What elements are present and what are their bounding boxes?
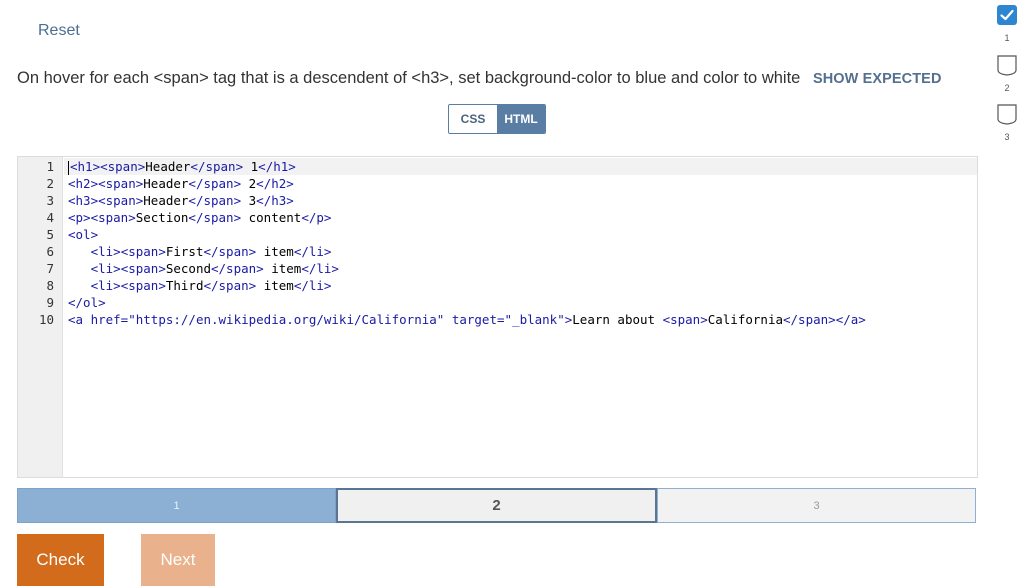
code-line[interactable]: <li><span>Third</span> item</li> (68, 277, 331, 294)
line-number: 5 (24, 226, 54, 243)
progress-bar: 1 2 3 (17, 488, 976, 523)
step-number: 1 (994, 33, 1020, 43)
line-number: 4 (24, 209, 54, 226)
shield-outline-icon (996, 54, 1018, 76)
code-line[interactable]: </ol> (68, 294, 106, 311)
code-line[interactable]: <h3><span>Header</span> 3</h3> (68, 192, 294, 209)
line-number-gutter: 1 2 3 4 5 6 7 8 9 10 (18, 157, 63, 477)
step-number: 3 (994, 132, 1020, 142)
line-number: 3 (24, 192, 54, 209)
progress-step-2[interactable]: 2 (336, 488, 657, 523)
code-line[interactable]: <h2><span>Header</span> 2</h2> (68, 175, 294, 192)
code-line[interactable]: <li><span>Second</span> item</li> (68, 260, 339, 277)
code-editor[interactable]: 1 2 3 4 5 6 7 8 9 10 <h1><span>Header</s… (17, 156, 978, 478)
step-item-2[interactable]: 2 (994, 54, 1020, 93)
line-number: 8 (24, 277, 54, 294)
line-number: 2 (24, 175, 54, 192)
tab-html[interactable]: HTML (497, 105, 545, 133)
step-item-1[interactable]: 1 (994, 4, 1020, 43)
line-number: 7 (24, 260, 54, 277)
check-button[interactable]: Check (17, 534, 104, 586)
code-line[interactable]: <li><span>First</span> item</li> (68, 243, 331, 260)
progress-step-1[interactable]: 1 (17, 488, 336, 523)
reset-link[interactable]: Reset (38, 22, 80, 40)
line-number: 10 (24, 311, 54, 328)
instruction-text: On hover for each <span> tag that is a d… (17, 69, 800, 87)
tab-css[interactable]: CSS (449, 105, 497, 133)
code-line[interactable]: <ol> (68, 226, 98, 243)
code-line[interactable]: <a href="https://en.wikipedia.org/wiki/C… (68, 311, 866, 328)
checked-checkbox-icon (996, 4, 1018, 26)
code-line[interactable]: <p><span>Section</span> content</p> (68, 209, 331, 226)
line-number: 1 (24, 158, 54, 175)
next-button[interactable]: Next (141, 534, 215, 586)
step-number: 2 (994, 83, 1020, 93)
line-number: 9 (24, 294, 54, 311)
show-expected-button[interactable]: SHOW EXPECTED (813, 71, 942, 87)
code-line[interactable]: <h1><span>Header</span> 1</h1> (68, 158, 296, 175)
line-number: 6 (24, 243, 54, 260)
instruction: On hover for each <span> tag that is a d… (17, 69, 977, 88)
step-item-3[interactable]: 3 (994, 103, 1020, 142)
code-tab-toggle: CSS HTML (448, 104, 546, 134)
shield-outline-icon (996, 103, 1018, 125)
progress-step-3[interactable]: 3 (657, 488, 976, 523)
